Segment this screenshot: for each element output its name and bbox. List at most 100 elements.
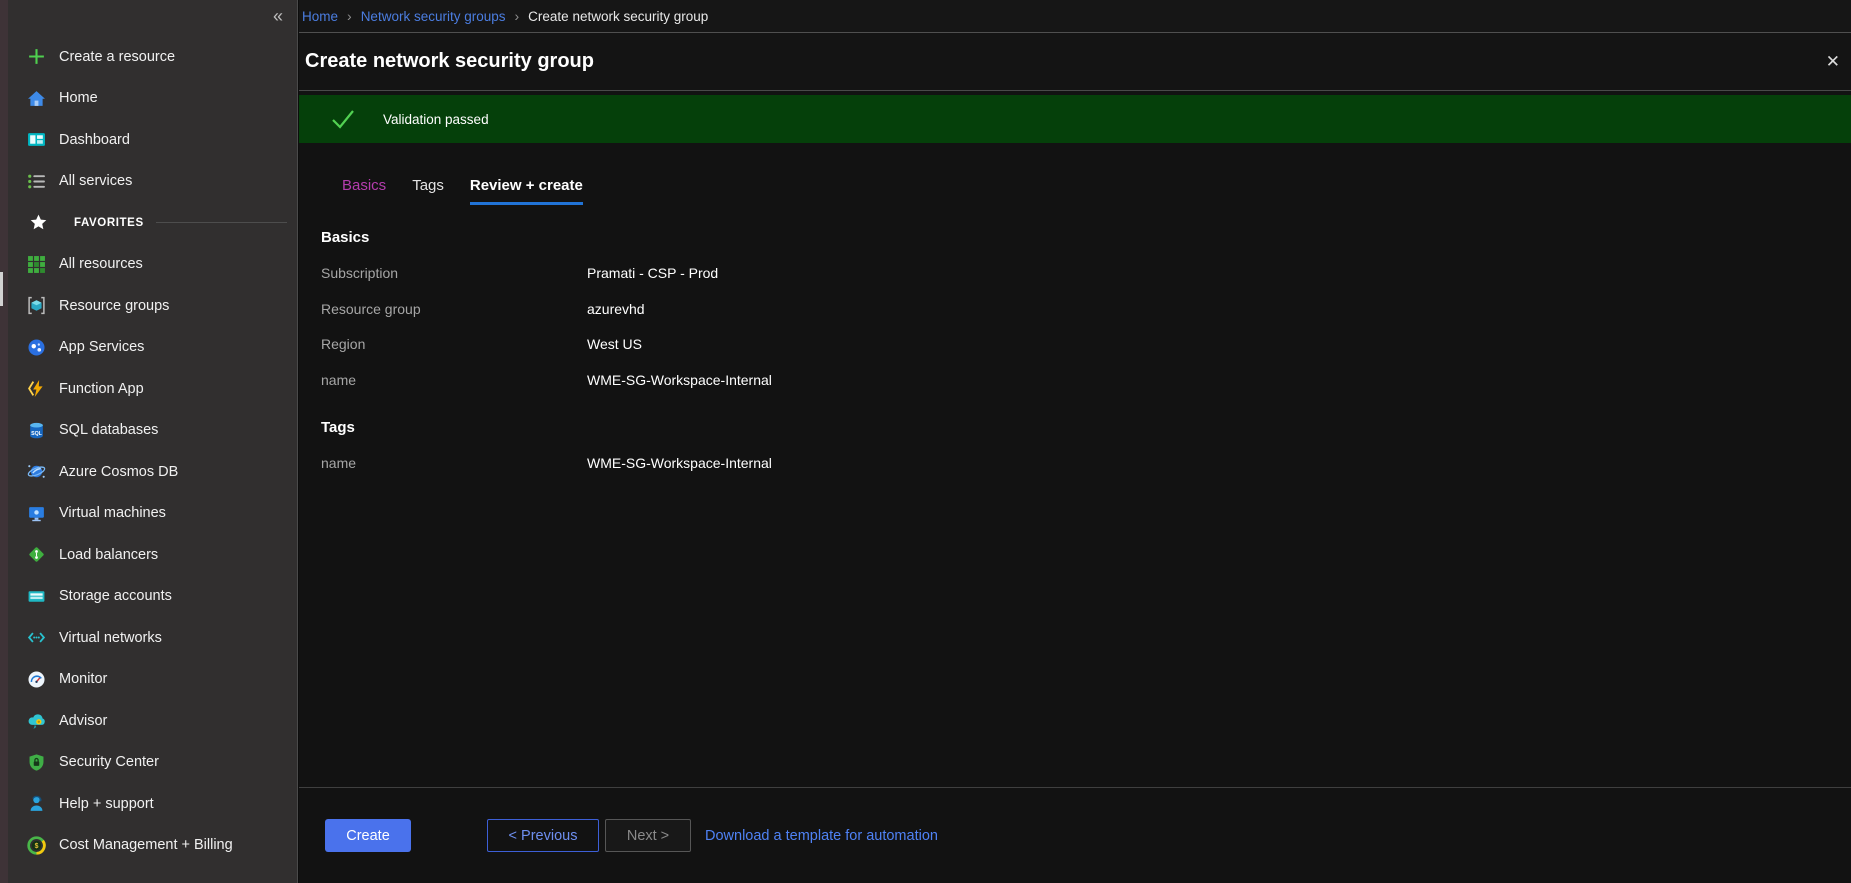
row-value: WME-SG-Workspace-Internal xyxy=(587,372,772,388)
tab-bar: Basics Tags Review + create xyxy=(299,143,1851,205)
review-row-subscription: SubscriptionPramati - CSP - Prod xyxy=(321,265,1851,301)
sidebar-item-azure-cosmos-db[interactable]: Azure Cosmos DB xyxy=(0,451,297,493)
sidebar-nav-favorites: All resources Resource groups App Services… xyxy=(0,244,297,867)
sidebar-collapse-icon[interactable]: « xyxy=(273,7,283,25)
sidebar-item-label: Function App xyxy=(59,381,144,397)
breadcrumb-item-network-security-groups[interactable]: Network security groups xyxy=(361,9,506,24)
section-heading: Basics xyxy=(321,229,1851,249)
plus-icon xyxy=(26,47,46,67)
tab-basics[interactable]: Basics xyxy=(342,177,386,205)
sidebar-item-monitor[interactable]: Monitor xyxy=(0,659,297,701)
tab-tags[interactable]: Tags xyxy=(412,177,444,205)
all-resources-icon xyxy=(26,254,46,274)
storage-accounts-icon xyxy=(26,586,46,606)
sidebar-item-label: All resources xyxy=(59,256,143,272)
review-sections: BasicsSubscriptionPramati - CSP - ProdRe… xyxy=(299,229,1851,491)
cost-management-icon: $ xyxy=(26,835,46,855)
sidebar-item-label: App Services xyxy=(59,339,144,355)
row-label: Resource group xyxy=(321,301,587,317)
row-label: Subscription xyxy=(321,265,587,281)
row-label: name xyxy=(321,455,587,471)
sidebar-item-sql-databases[interactable]: SQL SQL databases xyxy=(0,410,297,452)
section-heading: Tags xyxy=(321,419,1851,439)
sidebar-item-label: Monitor xyxy=(59,671,107,687)
row-value: azurevhd xyxy=(587,301,645,317)
sidebar-item-advisor[interactable]: Advisor xyxy=(0,700,297,742)
sidebar-item-cost-management-billing[interactable]: $ Cost Management + Billing xyxy=(0,825,297,867)
review-row-name: nameWME-SG-Workspace-Internal xyxy=(321,455,1851,491)
load-balancers-icon xyxy=(26,545,46,565)
download-template-link[interactable]: Download a template for automation xyxy=(705,828,938,844)
monitor-icon xyxy=(26,669,46,689)
check-icon xyxy=(331,108,355,130)
sidebar-item-security-center[interactable]: Security Center xyxy=(0,742,297,784)
row-value: WME-SG-Workspace-Internal xyxy=(587,455,772,471)
breadcrumb-item-home[interactable]: Home xyxy=(302,9,338,24)
sidebar-item-label: SQL databases xyxy=(59,422,158,438)
dashboard-icon xyxy=(26,130,46,150)
breadcrumb-separator-icon: › xyxy=(347,8,352,24)
tab-review-create[interactable]: Review + create xyxy=(470,177,583,205)
row-label: Region xyxy=(321,336,587,352)
main-panel: Home › Network security groups › Create netw… xyxy=(299,0,1851,883)
review-row-region: RegionWest US xyxy=(321,336,1851,372)
page-title: Create network security group xyxy=(299,50,594,73)
row-label: name xyxy=(321,372,587,388)
close-icon[interactable]: ✕ xyxy=(1826,52,1840,72)
sidebar-item-label: Virtual machines xyxy=(59,505,166,521)
sidebar-item-function-app[interactable]: Function App xyxy=(0,368,297,410)
sidebar-item-label: Security Center xyxy=(59,754,159,770)
breadcrumb-item-create-network-security-group: Create network security group xyxy=(528,9,708,24)
sidebar-item-load-balancers[interactable]: Load balancers xyxy=(0,534,297,576)
sidebar-item-label: Azure Cosmos DB xyxy=(59,464,178,480)
sidebar: « Create a resource Home Dashboard All serv… xyxy=(0,0,298,883)
sidebar-nav: Create a resource Home Dashboard All servic… xyxy=(0,36,297,866)
svg-text:SQL: SQL xyxy=(31,431,43,437)
review-row-resource-group: Resource groupazurevhd xyxy=(321,301,1851,337)
validation-banner-text: Validation passed xyxy=(383,112,489,127)
sidebar-item-virtual-machines[interactable]: Virtual machines xyxy=(0,493,297,535)
create-button[interactable]: Create xyxy=(325,819,411,852)
sidebar-item-label: Resource groups xyxy=(59,298,169,314)
previous-button[interactable]: < Previous xyxy=(487,819,599,852)
row-value: Pramati - CSP - Prod xyxy=(587,265,718,281)
sidebar-favorites-header: FAVORITES xyxy=(0,202,297,244)
home-icon xyxy=(26,88,46,108)
sidebar-item-app-services[interactable]: App Services xyxy=(0,327,297,369)
sidebar-item-resource-groups[interactable]: Resource groups xyxy=(0,285,297,327)
app-services-icon xyxy=(26,337,46,357)
advisor-icon xyxy=(26,711,46,731)
sidebar-item-label: Home xyxy=(59,90,98,106)
sidebar-item-label: Cost Management + Billing xyxy=(59,837,233,853)
sidebar-item-label: All services xyxy=(59,173,132,189)
cosmos-db-icon xyxy=(26,462,46,482)
row-value: West US xyxy=(587,336,642,352)
svg-text:$: $ xyxy=(34,843,38,850)
sidebar-item-all-resources[interactable]: All resources xyxy=(0,244,297,286)
sidebar-item-create-a-resource[interactable]: Create a resource xyxy=(0,36,297,78)
next-button[interactable]: Next > xyxy=(605,819,691,852)
sidebar-item-dashboard[interactable]: Dashboard xyxy=(0,119,297,161)
virtual-networks-icon xyxy=(26,628,46,648)
sidebar-item-label: Load balancers xyxy=(59,547,158,563)
footer-bar: Create < Previous Next > Download a temp… xyxy=(299,787,1851,883)
sidebar-item-label: Create a resource xyxy=(59,49,175,65)
help-support-icon xyxy=(26,794,46,814)
section-basics: BasicsSubscriptionPramati - CSP - ProdRe… xyxy=(321,229,1851,407)
sidebar-item-virtual-networks[interactable]: Virtual networks xyxy=(0,617,297,659)
sidebar-item-help-support[interactable]: Help + support xyxy=(0,783,297,825)
breadcrumb-separator-icon: › xyxy=(515,8,520,24)
sidebar-item-label: Help + support xyxy=(59,796,154,812)
function-app-icon xyxy=(26,379,46,399)
security-center-icon xyxy=(26,752,46,772)
sidebar-item-all-services[interactable]: All services xyxy=(0,161,297,203)
sidebar-item-home[interactable]: Home xyxy=(0,78,297,120)
favorites-label: FAVORITES xyxy=(74,217,144,229)
star-icon xyxy=(28,213,48,233)
sidebar-item-label: Dashboard xyxy=(59,132,130,148)
section-tags: Tags nameWME-SG-Workspace-Internal xyxy=(321,419,1851,491)
sidebar-nav-top: Create a resource Home Dashboard All servic… xyxy=(0,36,297,202)
resource-groups-icon xyxy=(26,296,46,316)
virtual-machines-icon xyxy=(26,503,46,523)
sidebar-item-storage-accounts[interactable]: Storage accounts xyxy=(0,576,297,618)
